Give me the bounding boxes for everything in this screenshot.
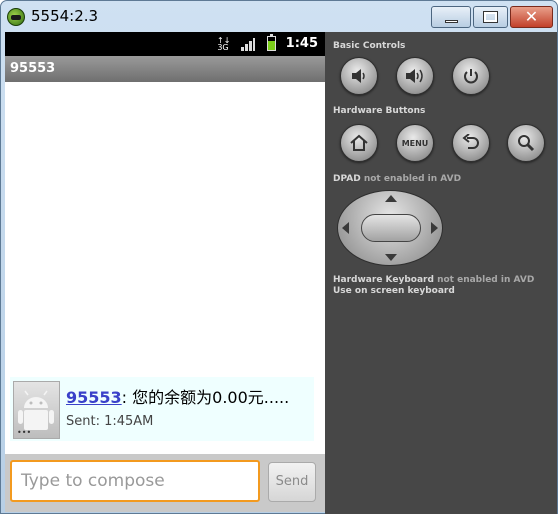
status-bar: ↑↓ 3G 1:45 <box>5 32 325 56</box>
dpad-right-icon[interactable] <box>431 222 438 234</box>
home-icon <box>350 134 368 151</box>
keyboard-title: Hardware Keyboard <box>333 275 434 285</box>
contact-avatar[interactable]: ••• <box>13 381 60 439</box>
keyboard-hint: Use on screen keyboard <box>333 286 455 296</box>
minimize-icon <box>444 19 458 23</box>
window-title: 5554:2.3 <box>31 7 99 25</box>
emulator-window: 5554:2.3 ✕ ↑↓ 3G 1:45 95553 ••• 95553: 您… <box>0 0 558 514</box>
dpad-left-icon[interactable] <box>342 222 349 234</box>
dpad-title: DPAD <box>333 174 361 184</box>
volume-down-icon <box>352 69 365 83</box>
dpad-up-icon[interactable] <box>385 195 397 202</box>
status-clock: 1:45 <box>285 36 318 51</box>
android-robot-icon <box>18 390 54 430</box>
maximize-button[interactable] <box>473 6 508 28</box>
back-button[interactable] <box>452 124 490 162</box>
battery-icon <box>267 34 276 51</box>
search-icon <box>518 135 535 152</box>
dpad-center-button[interactable] <box>361 214 421 242</box>
thread-title: 95553 <box>5 56 325 82</box>
title-bar[interactable]: 5554:2.3 ✕ <box>1 1 557 33</box>
home-button[interactable] <box>340 124 378 162</box>
phone-screen: ↑↓ 3G 1:45 95553 ••• 95553: 您的余额为0.00元..… <box>5 32 325 512</box>
message-body: 您的余额为0.00元..... <box>132 388 290 407</box>
compose-input[interactable]: Type to compose <box>10 460 260 502</box>
minimize-button[interactable] <box>431 6 471 28</box>
dpad[interactable] <box>337 190 443 266</box>
search-button[interactable] <box>507 124 545 162</box>
back-icon <box>462 134 479 149</box>
signal-icon <box>241 38 255 51</box>
dpad-note: not enabled in AVD <box>363 174 462 184</box>
volume-up-icon <box>406 69 423 83</box>
close-icon: ✕ <box>524 7 539 26</box>
hardware-keyboard-label: Hardware Keyboard not enabled in AVD <box>333 275 534 285</box>
network-indicator: ↑↓ 3G <box>217 37 230 52</box>
network-type: 3G <box>217 43 229 52</box>
dpad-down-icon[interactable] <box>385 254 397 261</box>
message-separator: : <box>121 388 133 407</box>
send-button[interactable]: Send <box>268 462 316 502</box>
hardware-buttons-label: Hardware Buttons <box>333 106 426 116</box>
message-list[interactable]: ••• 95553: 您的余额为0.00元..... Sent: 1:45AM <box>5 82 325 454</box>
message-sender-link[interactable]: 95553 <box>66 388 122 407</box>
volume-down-button[interactable] <box>340 57 378 95</box>
emulator-control-panel: Basic Controls Hardware Buttons MENU DPA… <box>325 32 557 514</box>
android-app-icon <box>7 8 25 26</box>
message-status: Sent: 1:45AM <box>66 414 154 429</box>
maximize-icon <box>483 11 498 23</box>
power-icon <box>464 69 478 84</box>
keyboard-note: not enabled in AVD <box>437 275 535 285</box>
compose-bar: Type to compose Send <box>5 454 325 512</box>
volume-up-button[interactable] <box>396 57 434 95</box>
menu-button[interactable]: MENU <box>396 124 434 162</box>
message-text: 95553: 您的余额为0.00元..... <box>66 384 289 408</box>
message-item[interactable]: ••• 95553: 您的余额为0.00元..... Sent: 1:45AM <box>10 377 314 441</box>
avatar-more-icon: ••• <box>17 428 32 437</box>
menu-button-label: MENU <box>401 138 429 148</box>
basic-controls-label: Basic Controls <box>333 41 406 51</box>
dpad-label: DPAD not enabled in AVD <box>333 174 461 184</box>
battery-level-fill <box>268 40 275 50</box>
close-button[interactable]: ✕ <box>510 6 553 28</box>
power-button[interactable] <box>452 57 490 95</box>
